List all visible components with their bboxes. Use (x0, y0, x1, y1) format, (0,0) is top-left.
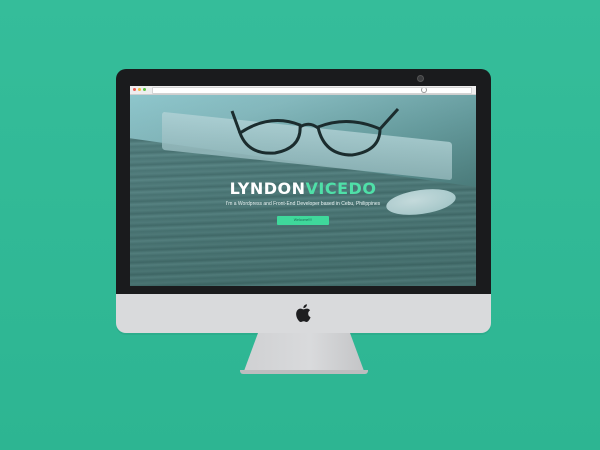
imac-monitor: LYNDONVICEDO I'm a Wordpress and Front-E… (116, 69, 491, 333)
reload-icon[interactable] (421, 87, 427, 93)
monitor-stand (240, 333, 368, 375)
camera-icon (417, 75, 424, 82)
site-logo[interactable]: LYNDONVICEDO (130, 180, 476, 198)
maximize-window-dot[interactable] (143, 88, 146, 91)
browser-toolbar (130, 86, 476, 95)
screen: LYNDONVICEDO I'm a Wordpress and Front-E… (130, 86, 476, 286)
stand-base (240, 370, 368, 374)
monitor-bezel: LYNDONVICEDO I'm a Wordpress and Front-E… (116, 69, 491, 294)
close-window-dot[interactable] (133, 88, 136, 91)
stand-neck (244, 333, 364, 371)
logo-first-name: LYNDON (229, 179, 306, 198)
apple-logo-icon (296, 304, 311, 323)
logo-last-name: VICEDO (305, 179, 377, 198)
hero-section: LYNDONVICEDO I'm a Wordpress and Front-E… (130, 95, 476, 286)
hero-tagline: I'm a Wordpress and Front-End Developer … (225, 201, 381, 207)
cta-button[interactable]: Welcome!!!! (277, 216, 329, 225)
minimize-window-dot[interactable] (138, 88, 141, 91)
